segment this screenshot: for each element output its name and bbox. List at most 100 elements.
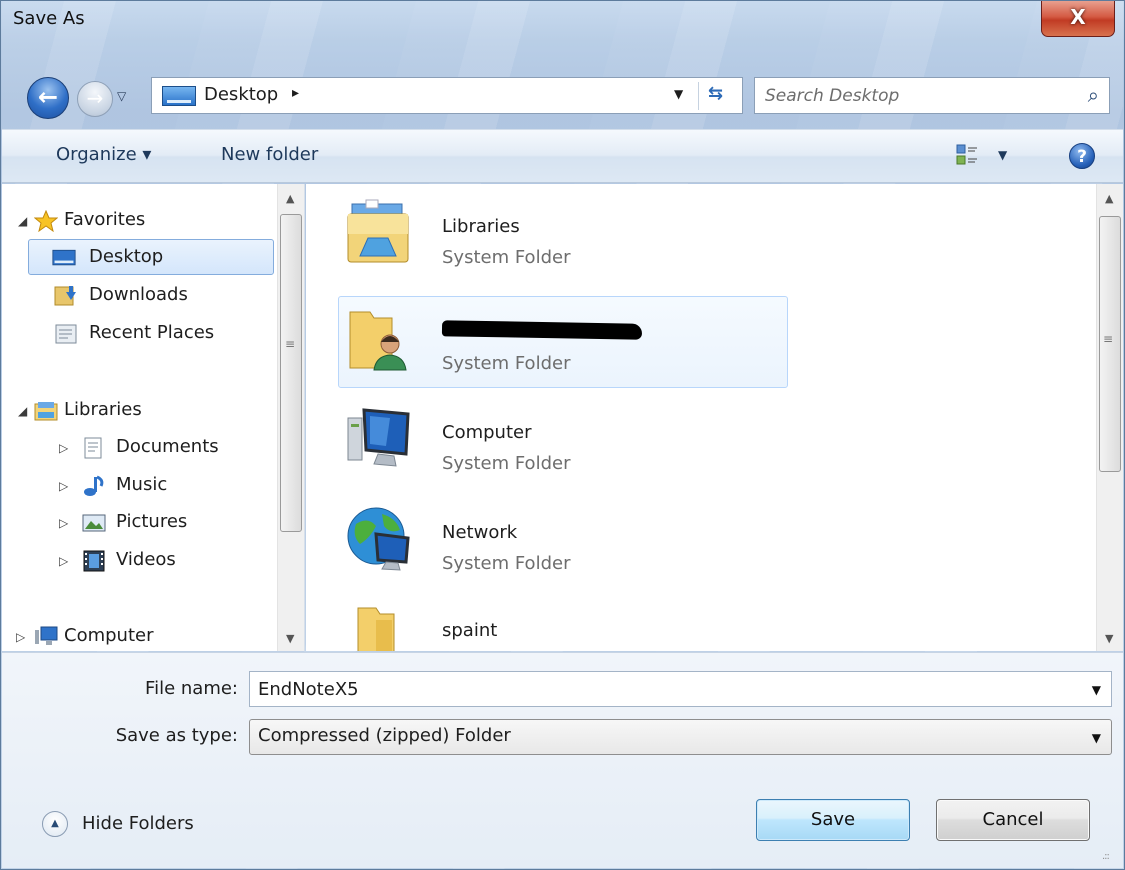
window-title: Save As <box>13 8 85 29</box>
resize-grip-icon[interactable]: .:: <box>1102 851 1110 862</box>
nav-item-videos[interactable]: ▷ Videos <box>2 544 282 578</box>
expand-triangle-icon[interactable]: ▷ <box>59 441 68 455</box>
file-name-combobox[interactable]: ▼ <box>249 671 1112 707</box>
address-location[interactable]: Desktop <box>204 84 278 105</box>
desktop-icon <box>52 249 76 266</box>
navigation-pane: ◢ Favorites Desktop Downloads Recent Pla… <box>2 184 305 651</box>
nav-item-recent-places[interactable]: Recent Places <box>2 317 282 351</box>
folder-icon <box>357 607 395 651</box>
arrow-right-icon: → <box>86 86 104 110</box>
expand-triangle-icon[interactable]: ▷ <box>59 479 68 493</box>
back-button[interactable]: ← <box>27 77 69 119</box>
collapse-up-icon: ▲ <box>42 811 68 837</box>
file-list: Libraries System Folder System Folder Co… <box>306 184 1123 651</box>
expand-triangle-icon[interactable]: ▷ <box>59 554 68 568</box>
star-icon <box>34 210 58 232</box>
chevron-down-icon[interactable]: ▼ <box>1092 683 1101 697</box>
file-item-libraries[interactable]: Libraries System Folder <box>338 190 788 280</box>
recent-places-icon <box>55 324 77 344</box>
hide-folders-button[interactable]: ▲ Hide Folders <box>42 809 242 839</box>
file-name: Network <box>442 522 518 543</box>
nav-item-label: Documents <box>116 436 219 457</box>
chevron-down-icon: ▽ <box>117 89 127 103</box>
nav-item-label: Desktop <box>89 246 164 267</box>
save-button[interactable]: Save <box>756 799 910 841</box>
collapse-triangle-icon[interactable]: ◢ <box>18 404 27 418</box>
music-icon <box>84 475 104 496</box>
documents-icon <box>84 437 102 459</box>
nav-item-label: Music <box>116 474 168 495</box>
breadcrumb-chevron-icon[interactable]: ▸ <box>292 85 299 101</box>
videos-icon <box>83 550 105 572</box>
close-icon: X <box>1070 5 1086 29</box>
file-name-input[interactable] <box>258 676 1058 702</box>
search-icon[interactable]: ⌕ <box>1088 83 1099 107</box>
address-dropdown-icon[interactable]: ▼ <box>674 87 683 101</box>
nav-item-label: Pictures <box>116 511 188 532</box>
scroll-down-icon[interactable]: ▼ <box>1105 632 1113 645</box>
arrow-left-icon: ← <box>37 83 59 111</box>
save-type-label: Save as type: <box>115 725 238 746</box>
navigation-scrollbar[interactable]: ▲ ≡ ▼ <box>277 184 304 651</box>
file-item-spaint[interactable]: spaint <box>338 594 788 651</box>
computer-icon <box>35 626 58 645</box>
help-icon[interactable]: ? <box>1069 143 1095 169</box>
scroll-up-icon[interactable]: ▲ <box>1105 192 1113 205</box>
file-item-computer[interactable]: Computer System Folder <box>338 396 788 486</box>
address-bar[interactable]: Desktop ▸ ▼ ⇆ <box>151 77 743 114</box>
hide-folders-label: Hide Folders <box>82 813 194 834</box>
file-name: Computer <box>442 422 532 443</box>
network-icon <box>347 507 410 571</box>
scroll-thumb[interactable] <box>280 214 302 532</box>
nav-item-downloads[interactable]: Downloads <box>2 279 282 313</box>
nav-group-computer[interactable]: ▷ Computer <box>2 620 282 651</box>
nav-item-label: Videos <box>116 549 176 570</box>
file-list-scrollbar[interactable]: ▲ ≡ ▼ <box>1096 184 1123 651</box>
cancel-button[interactable]: Cancel <box>936 799 1090 841</box>
nav-group-label: Libraries <box>64 399 142 420</box>
nav-group-label: Computer <box>64 625 154 646</box>
nav-item-label: Downloads <box>89 284 188 305</box>
nav-item-documents[interactable]: ▷ Documents <box>2 431 282 465</box>
file-name: Libraries <box>442 216 520 237</box>
scroll-down-icon[interactable]: ▼ <box>286 632 294 645</box>
recent-locations-dropdown[interactable]: ▽ <box>117 89 126 103</box>
nav-group-favorites[interactable]: ◢ Favorites <box>2 204 282 238</box>
nav-item-desktop[interactable]: Desktop <box>2 239 282 275</box>
nav-item-pictures[interactable]: ▷ Pictures <box>2 506 282 540</box>
refresh-icon[interactable]: ⇆ <box>708 83 723 104</box>
view-options-icon[interactable] <box>956 143 978 167</box>
command-toolbar: Organize ▾ New folder ▼ ? <box>2 129 1123 183</box>
file-name: spaint <box>442 620 498 641</box>
computer-icon <box>347 408 410 467</box>
close-button[interactable]: X <box>1041 1 1115 37</box>
save-as-dialog: Save As X ← → ▽ Desktop ▸ ▼ ⇆ ⌕ Organize… <box>0 0 1125 870</box>
nav-item-music[interactable]: ▷ Music <box>2 469 282 503</box>
save-type-value: Compressed (zipped) Folder <box>258 725 511 746</box>
save-type-select[interactable]: Compressed (zipped) Folder ▼ <box>249 719 1112 755</box>
save-form: File name: ▼ Save as type: Compressed (z… <box>2 652 1123 868</box>
search-input[interactable] <box>765 82 1065 110</box>
file-type: System Folder <box>442 353 571 374</box>
libraries-icon <box>34 402 58 421</box>
file-item-network[interactable]: Network System Folder <box>338 496 788 586</box>
nav-item-label: Recent Places <box>89 322 215 343</box>
new-folder-button[interactable]: New folder <box>221 144 318 165</box>
nav-group-libraries[interactable]: ◢ Libraries <box>2 394 282 428</box>
chevron-down-icon[interactable]: ▼ <box>1092 731 1101 745</box>
desktop-icon <box>162 86 196 106</box>
user-folder-icon <box>349 311 407 371</box>
search-box[interactable]: ⌕ <box>754 77 1110 114</box>
file-type: System Folder <box>442 553 571 574</box>
expand-triangle-icon[interactable]: ▷ <box>59 516 68 530</box>
organize-button[interactable]: Organize ▾ <box>56 144 151 165</box>
expand-triangle-icon[interactable]: ▷ <box>16 630 25 644</box>
file-item-user-folder[interactable]: System Folder <box>338 296 788 388</box>
downloads-icon <box>54 286 76 306</box>
forward-button[interactable]: → <box>77 81 113 117</box>
file-name-label: File name: <box>145 678 238 699</box>
view-dropdown-icon[interactable]: ▼ <box>998 148 1007 162</box>
scroll-up-icon[interactable]: ▲ <box>286 192 294 205</box>
collapse-triangle-icon[interactable]: ◢ <box>18 214 27 228</box>
libraries-folder-icon <box>347 199 409 263</box>
